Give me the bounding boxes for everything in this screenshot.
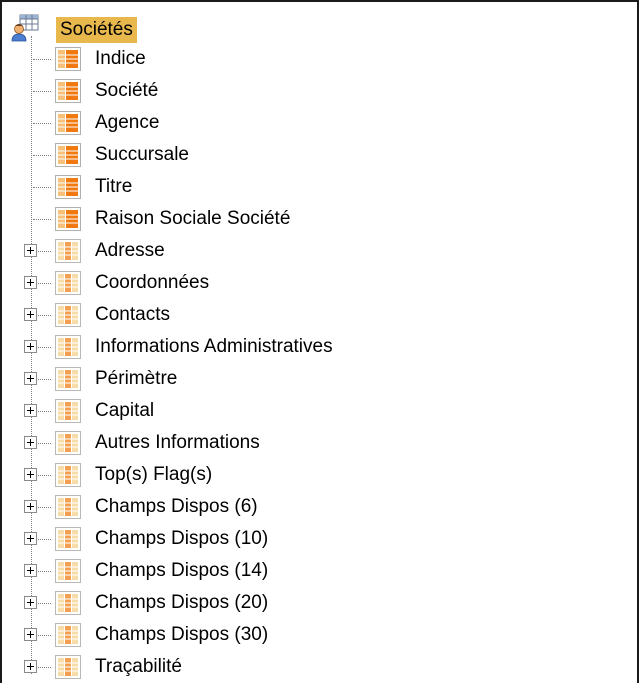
group-icon	[55, 335, 81, 359]
tree-node-label: Champs Dispos (14)	[95, 560, 269, 581]
tree-node[interactable]: Champs Dispos (14)	[0, 556, 620, 586]
table-user-icon	[11, 14, 39, 42]
tree-node[interactable]: Périmètre	[0, 364, 620, 394]
field-icon	[55, 143, 81, 167]
tree-node[interactable]: Coordonnées	[0, 268, 620, 298]
tree-node-label: Raison Sociale Société	[95, 208, 291, 229]
tree-node-label: Champs Dispos (30)	[95, 624, 269, 645]
group-icon	[55, 367, 81, 391]
expand-plus-icon[interactable]	[24, 532, 37, 545]
tree-node-label: Coordonnées	[95, 272, 210, 293]
tree-node[interactable]: Succursale	[0, 140, 620, 170]
tree-node[interactable]: Champs Dispos (10)	[0, 524, 620, 554]
expand-plus-icon[interactable]	[24, 276, 37, 289]
tree-node-label: Capital	[95, 400, 155, 421]
tree-node[interactable]: Champs Dispos (20)	[0, 588, 620, 618]
tree-node[interactable]: Champs Dispos (30)	[0, 620, 620, 650]
tree-node[interactable]: Autres Informations	[0, 428, 620, 458]
field-icon	[55, 175, 81, 199]
tree-node-label: Autres Informations	[95, 432, 260, 453]
tree-node[interactable]: Informations Administratives	[0, 332, 620, 362]
tree-node[interactable]: Contacts	[0, 300, 620, 330]
field-icon	[55, 111, 81, 135]
tree-node[interactable]: Adresse	[0, 236, 620, 266]
tree-connector	[33, 123, 51, 124]
group-icon	[55, 303, 81, 327]
tree-connector	[33, 187, 51, 188]
group-icon	[55, 239, 81, 263]
tree-node-label: Contacts	[95, 304, 170, 325]
group-icon	[55, 271, 81, 295]
group-icon	[55, 399, 81, 423]
tree-node[interactable]: Agence	[0, 108, 620, 138]
tree-root-label: Sociétés	[56, 17, 137, 43]
expand-plus-icon[interactable]	[24, 436, 37, 449]
tree-node-label: Informations Administratives	[95, 336, 333, 357]
tree-node-label: Adresse	[95, 240, 165, 261]
expand-plus-icon[interactable]	[24, 660, 37, 673]
tree-connector	[33, 155, 51, 156]
expand-plus-icon[interactable]	[24, 372, 37, 385]
group-icon	[55, 495, 81, 519]
group-icon	[55, 655, 81, 679]
group-icon	[55, 431, 81, 455]
tree-node-label: Titre	[95, 176, 133, 197]
tree-node[interactable]: Société	[0, 76, 620, 106]
tree-connector	[33, 219, 51, 220]
tree-node-label: Champs Dispos (6)	[95, 496, 258, 517]
tree-node[interactable]: Indice	[0, 44, 620, 74]
tree-node[interactable]: Titre	[0, 172, 620, 202]
tree-node-label: Agence	[95, 112, 160, 133]
expand-plus-icon[interactable]	[24, 308, 37, 321]
tree-connector	[33, 91, 51, 92]
tree-view: Sociétés Indice Société Agence Succursale Ti…	[0, 0, 643, 685]
tree-node-label: Traçabilité	[95, 656, 182, 677]
field-icon	[55, 47, 81, 71]
tree-node-label: Succursale	[95, 144, 189, 165]
tree-node-label: Société	[95, 80, 159, 101]
group-icon	[55, 591, 81, 615]
tree-node[interactable]: Capital	[0, 396, 620, 426]
tree-node[interactable]: Traçabilité	[0, 652, 620, 682]
tree-node-label: Champs Dispos (10)	[95, 528, 269, 549]
expand-plus-icon[interactable]	[24, 340, 37, 353]
tree-node-label: Périmètre	[95, 368, 178, 389]
field-icon	[55, 79, 81, 103]
tree-node[interactable]: Champs Dispos (6)	[0, 492, 620, 522]
tree-node[interactable]: Raison Sociale Société	[0, 204, 620, 234]
expand-plus-icon[interactable]	[24, 468, 37, 481]
group-icon	[55, 527, 81, 551]
expand-plus-icon[interactable]	[24, 244, 37, 257]
expand-plus-icon[interactable]	[24, 596, 37, 609]
tree-node-label: Top(s) Flag(s)	[95, 464, 213, 485]
expand-plus-icon[interactable]	[24, 564, 37, 577]
tree-node-label: Indice	[95, 48, 146, 69]
tree-node-label: Champs Dispos (20)	[95, 592, 269, 613]
tree-node[interactable]: Top(s) Flag(s)	[0, 460, 620, 490]
expand-plus-icon[interactable]	[24, 628, 37, 641]
tree-connector	[33, 59, 51, 60]
group-icon	[55, 559, 81, 583]
group-icon	[55, 463, 81, 487]
expand-plus-icon[interactable]	[24, 404, 37, 417]
expand-plus-icon[interactable]	[24, 500, 37, 513]
field-icon	[55, 207, 81, 231]
group-icon	[55, 623, 81, 647]
